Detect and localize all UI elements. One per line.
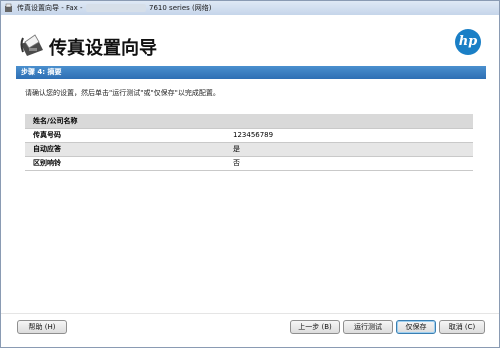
title-bar: 传真设置向导 - Fax - 7610 series (网络) <box>1 1 499 15</box>
table-row: 区别响铃 否 <box>25 156 473 171</box>
summary-header-cell: 姓名/公司名称 <box>25 114 473 129</box>
wizard-heading: 传真设置向导 <box>49 38 157 59</box>
wizard-header: 传真设置向导 hp <box>1 16 499 64</box>
footer-divider <box>1 313 499 314</box>
instruction-text: 请确认您的设置，然后单击"运行测试"或"仅保存"以完成配置。 <box>25 89 220 97</box>
back-button[interactable]: 上一步 (B) <box>290 320 340 334</box>
fax-number-label: 传真号码 <box>25 128 225 143</box>
cancel-button[interactable]: 取消 (C) <box>439 320 485 334</box>
hp-logo: hp <box>455 29 481 55</box>
summary-header-row: 姓名/公司名称 <box>25 114 473 129</box>
window-title-suffix: 7610 series (网络) <box>149 4 212 12</box>
table-row: 传真号码 123456789 <box>25 128 473 143</box>
distinctive-ring-value: 否 <box>225 156 473 171</box>
help-button[interactable]: 帮助 (H) <box>17 320 67 334</box>
summary-table: 姓名/公司名称 传真号码 123456789 自动应答 是 区别响铃 否 <box>25 114 473 171</box>
window-title-prefix: 传真设置向导 - Fax - <box>17 4 83 12</box>
window-title: 传真设置向导 - Fax - 7610 series (网络) <box>17 3 211 13</box>
run-test-button[interactable]: 运行测试 <box>343 320 393 334</box>
fax-number-value: 123456789 <box>225 128 473 143</box>
distinctive-ring-label: 区别响铃 <box>25 156 225 171</box>
fax-app-icon <box>5 3 12 12</box>
auto-answer-label: 自动应答 <box>25 142 225 157</box>
fax-setup-wizard-window: 传真设置向导 - Fax - 7610 series (网络) 传真设置向导 h… <box>0 0 500 348</box>
step-banner: 步骤 4: 摘要 <box>16 66 486 79</box>
auto-answer-value: 是 <box>225 142 473 157</box>
save-only-button[interactable]: 仅保存 <box>396 320 436 334</box>
table-row: 自动应答 是 <box>25 142 473 157</box>
fax-machine-icon <box>20 34 43 56</box>
redacted-region <box>85 4 146 12</box>
